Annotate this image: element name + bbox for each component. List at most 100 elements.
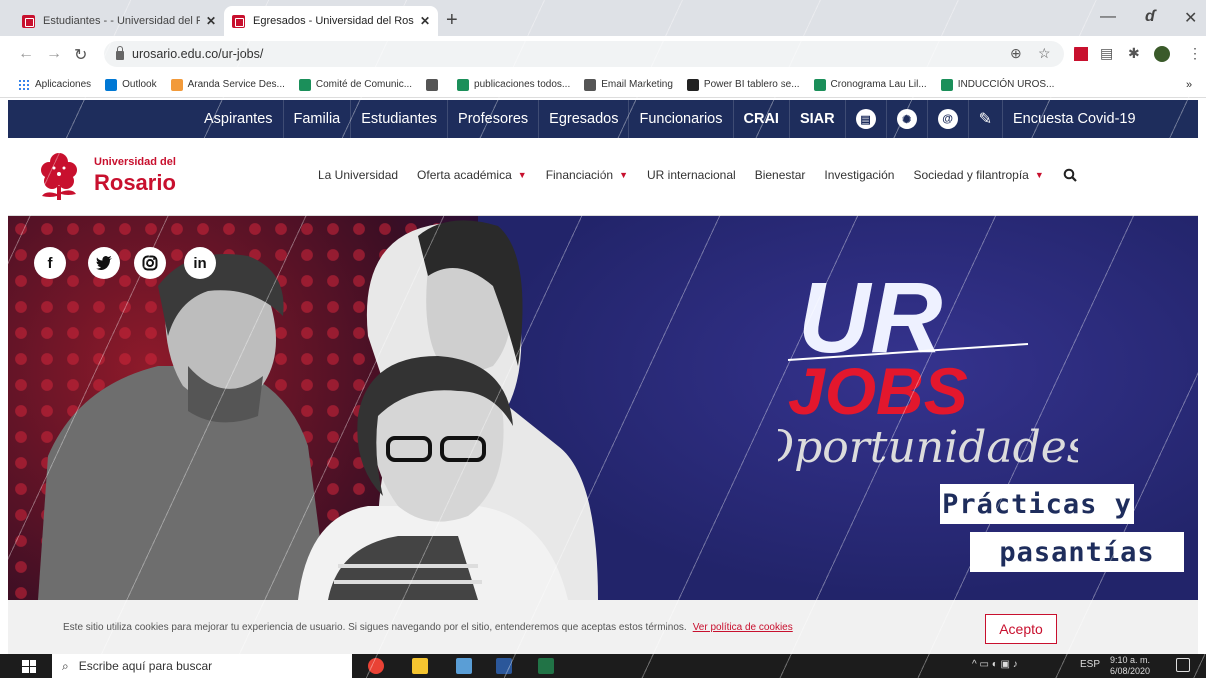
nav-oferta-academica[interactable]: Oferta académica ▼: [417, 168, 527, 182]
topnav-profesores[interactable]: Profesores: [448, 100, 540, 138]
bookmark-item[interactable]: Aranda Service Des...: [170, 78, 285, 91]
topnav-funcionarios[interactable]: Funcionarios: [629, 100, 734, 138]
topnav-survey-icon-link[interactable]: ✎: [969, 100, 1004, 138]
notifications-icon[interactable]: [1176, 658, 1190, 672]
nav-la-universidad[interactable]: La Universidad: [318, 168, 398, 182]
topnav-crai[interactable]: CRAI: [734, 100, 790, 138]
nav-financiacion[interactable]: Financiación ▼: [546, 168, 628, 182]
reload-icon[interactable]: ↻: [74, 45, 87, 65]
nav-label: Oferta académica: [417, 168, 512, 182]
chrome-icon[interactable]: [368, 658, 384, 674]
bookmark-favicon-icon: [813, 78, 826, 91]
taskbar-search-box[interactable]: ⌕ Escribe aquí para buscar: [52, 654, 352, 678]
topnav-email-link[interactable]: @: [928, 100, 969, 138]
extensions-puzzle-icon[interactable]: ✱: [1128, 45, 1140, 62]
tag-practicas: Prácticas y: [940, 484, 1134, 524]
topnav-siar[interactable]: SIAR: [790, 100, 846, 138]
nav-label: UR internacional: [646, 168, 736, 182]
reading-list-icon[interactable]: ▤: [1100, 45, 1113, 62]
lock-icon: [116, 45, 124, 60]
bookmark-item[interactable]: INDUCCIÓN UROS...: [940, 78, 1055, 91]
excel-icon[interactable]: [538, 658, 554, 674]
bookmark-label: INDUCCIÓN UROS...: [957, 79, 1055, 90]
word-icon[interactable]: [496, 658, 512, 674]
topnav-encuesta-covid[interactable]: Encuesta Covid-19: [1003, 100, 1146, 138]
bookmark-item[interactable]: Outlook: [105, 78, 157, 91]
accept-cookies-button[interactable]: Acepto: [985, 614, 1057, 644]
bookmark-item[interactable]: Comité de Comunic...: [298, 78, 413, 91]
bookmark-item[interactable]: publicaciones todos...: [457, 78, 571, 91]
bookmark-item[interactable]: Power BI tablero se...: [686, 78, 800, 91]
instagram-icon[interactable]: [134, 247, 166, 279]
jobs-text: JOBS: [788, 354, 968, 428]
cookie-text: Este sitio utiliza cookies para mejorar …: [63, 621, 687, 633]
minimize-icon[interactable]: —: [1100, 8, 1116, 26]
nav-label: Bienestar: [754, 168, 806, 182]
bookmark-label: Aranda Service Des...: [187, 79, 285, 90]
search-button[interactable]: [1063, 168, 1077, 182]
rose-logo-icon: [41, 153, 77, 200]
file-explorer-icon[interactable]: [412, 658, 428, 674]
new-tab-icon[interactable]: +: [446, 9, 458, 32]
bookmark-item[interactable]: Email Marketing: [584, 78, 673, 91]
close-window-icon[interactable]: ✕: [1184, 8, 1197, 28]
bookmark-item[interactable]: Cronograma Lau Lil...: [813, 78, 927, 91]
restore-icon[interactable]: ɗ: [1145, 8, 1155, 26]
facebook-icon[interactable]: f: [34, 247, 66, 279]
forward-icon[interactable]: →: [46, 45, 62, 63]
bookmark-label: Cronograma Lau Lil...: [830, 79, 927, 90]
nav-bienestar[interactable]: Bienestar: [755, 168, 806, 182]
tab-title: Egresados - Universidad del Rosa: [253, 15, 414, 27]
browser-tab-egresados[interactable]: Egresados - Universidad del Rosa ✕: [224, 6, 438, 36]
bookmark-favicon-icon: [298, 78, 311, 91]
tray-icons[interactable]: ^ ▭ ◐ ▣ ♪: [972, 659, 1018, 670]
close-tab-icon[interactable]: ✕: [420, 14, 430, 28]
topnav-estudiantes[interactable]: Estudiantes: [351, 100, 449, 138]
profile-avatar[interactable]: [1154, 46, 1170, 62]
address-bar[interactable]: urosario.edu.co/ur-jobs/: [104, 41, 1064, 67]
site-top-nav: Aspirantes Familia Estudiantes Profesore…: [8, 100, 1198, 138]
url-text: urosario.edu.co/ur-jobs/: [132, 47, 264, 61]
bookmark-label: publicaciones todos...: [474, 79, 571, 90]
topnav-familia[interactable]: Familia: [284, 100, 352, 138]
extension-icon[interactable]: [1074, 47, 1088, 61]
more-bookmarks-icon[interactable]: »: [1186, 79, 1192, 91]
nav-label: Investigación: [824, 168, 895, 182]
close-tab-icon[interactable]: ✕: [206, 14, 216, 28]
app-icon[interactable]: [456, 658, 472, 674]
windows-start-icon[interactable]: [22, 660, 36, 673]
tag-pasantias: pasantías: [970, 532, 1184, 572]
bookmark-item[interactable]: [426, 78, 443, 91]
topnav-egresados[interactable]: Egresados: [539, 100, 630, 138]
hero-banner[interactable]: f in UR JOBS Oportunidades Prácticas y p…: [8, 216, 1198, 600]
topnav-book-link[interactable]: ▤: [846, 100, 887, 138]
menu-icon[interactable]: ⋮: [1188, 45, 1202, 62]
bookmark-star-icon[interactable]: ☆: [1038, 45, 1051, 62]
nav-ur-internacional[interactable]: UR internacional: [647, 168, 736, 182]
caret-down-icon: ▼: [517, 170, 527, 180]
bookmark-item[interactable]: Aplicaciones: [18, 78, 91, 91]
site-favicon-icon: [22, 14, 35, 28]
zoom-icon[interactable]: ⊕: [1010, 45, 1022, 62]
linkedin-icon[interactable]: in: [184, 247, 216, 279]
university-logo[interactable]: Universidad del Rosario: [34, 148, 194, 204]
browser-toolbar: ← → ↻ urosario.edu.co/ur-jobs/ ⊕ ☆ ▤ ✱ ⋮: [0, 36, 1206, 72]
bookmark-label: Outlook: [122, 79, 157, 90]
language-indicator[interactable]: ESP: [1080, 659, 1100, 670]
topnav-network-link[interactable]: ✺: [887, 100, 928, 138]
twitter-icon[interactable]: [88, 247, 120, 279]
browser-tabstrip: Estudiantes - - Universidad del R ✕ Egre…: [0, 0, 1206, 36]
back-icon[interactable]: ←: [18, 45, 34, 63]
bookmark-favicon-icon: [426, 78, 439, 91]
topnav-aspirantes[interactable]: Aspirantes: [194, 100, 284, 138]
cookie-policy-link[interactable]: Ver política de cookies: [693, 622, 793, 633]
tab-title: Estudiantes - - Universidad del R: [43, 15, 200, 27]
clock-date: 6/08/2020: [1110, 666, 1151, 676]
browser-tab-estudiantes[interactable]: Estudiantes - - Universidad del R ✕: [14, 6, 224, 36]
nav-sociedad-filantropia[interactable]: Sociedad y filantropía ▼: [913, 168, 1043, 182]
clock[interactable]: 9:10 a. m. 6/08/2020: [1110, 655, 1150, 677]
nav-investigacion[interactable]: Investigación: [824, 168, 894, 182]
bookmark-label: Comité de Comunic...: [315, 79, 413, 90]
logo-line1: Universidad del: [94, 156, 176, 168]
ur-jobs-logo: UR JOBS Oportunidades: [778, 262, 1078, 472]
